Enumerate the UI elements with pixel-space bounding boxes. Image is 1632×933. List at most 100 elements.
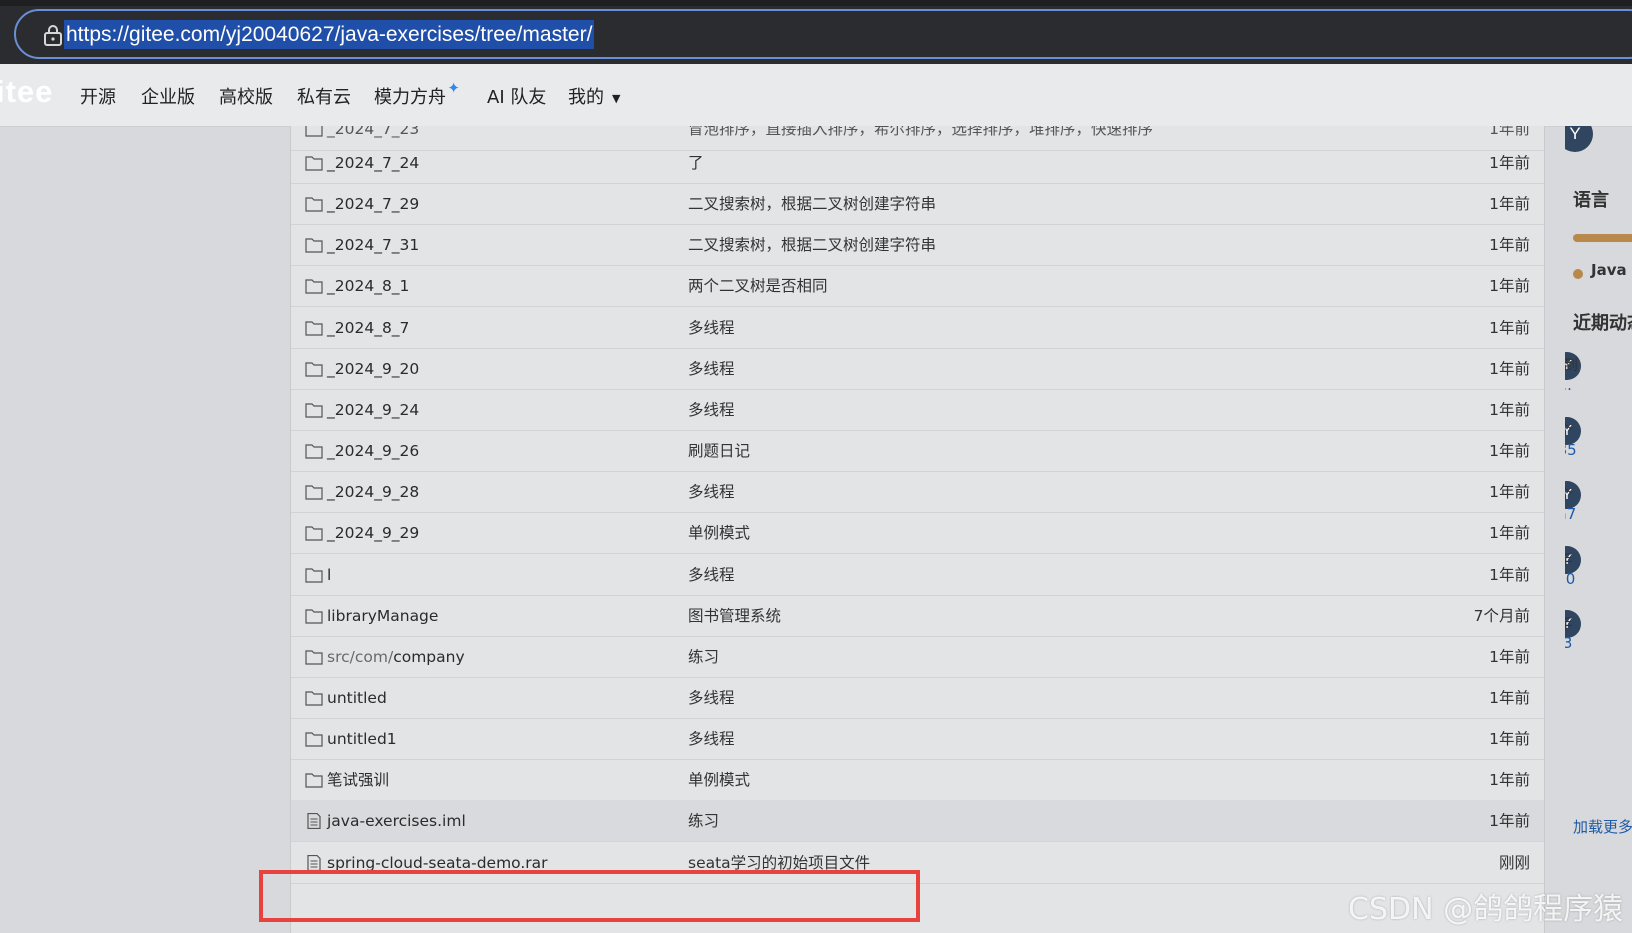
file-name[interactable]: _2024_9_28 <box>327 471 419 513</box>
file-name-text[interactable]: _2024_7_31 <box>327 236 419 254</box>
file-name-text[interactable]: _2024_9_20 <box>327 360 419 378</box>
commit-time: 1年前 <box>1489 565 1530 584</box>
table-row[interactable]: l 多线程 1年前 <box>291 554 1544 596</box>
table-row[interactable]: libraryManage 图书管理系统 7个月前 <box>291 595 1544 637</box>
activity-commit-link[interactable]: 6... <box>1565 376 1572 394</box>
file-path-prefix[interactable]: src/com/ <box>327 648 393 666</box>
commit-message[interactable]: 多线程 <box>688 348 735 390</box>
activity-commit-link[interactable]: 4a7 <box>1565 505 1576 523</box>
activity-commit-link[interactable]: c30 <box>1565 570 1575 588</box>
file-name-text[interactable]: _2024_9_28 <box>327 483 419 501</box>
commit-message[interactable]: 单例模式 <box>688 759 750 801</box>
load-more-link[interactable]: 加载更多 <box>1573 816 1632 837</box>
commit-message[interactable]: 多线程 <box>688 718 735 760</box>
table-row[interactable]: _2024_9_28 多线程 1年前 <box>291 471 1544 514</box>
lock-icon[interactable] <box>42 23 64 47</box>
table-row[interactable]: src/com/company 练习 1年前 <box>291 636 1544 678</box>
file-name[interactable]: untitled <box>327 677 387 719</box>
language-dot <box>1573 269 1583 279</box>
file-name-text[interactable]: libraryManage <box>327 607 438 625</box>
nav-item-ai-teammate[interactable]: AI 队友 <box>487 83 546 109</box>
activity-text: 1年 <box>1565 549 1573 568</box>
file-name-text[interactable]: java-exercises.iml <box>327 812 466 830</box>
nav-item-education[interactable]: 高校版 <box>219 83 273 109</box>
commit-message[interactable]: 单例模式 <box>688 512 750 554</box>
nav-item-moli[interactable]: 模力方舟 ✦ <box>374 79 460 109</box>
table-row[interactable]: _2024_8_1 两个二叉树是否相同 1年前 <box>291 265 1544 308</box>
file-name[interactable]: _2024_7_31 <box>327 224 419 266</box>
commit-message[interactable]: 两个二叉树是否相同 <box>688 265 828 307</box>
file-name[interactable]: l <box>327 554 331 596</box>
url-text[interactable]: https://gitee.com/yj20040627/java-exerci… <box>64 20 595 49</box>
commit-message[interactable]: 多线程 <box>688 471 735 513</box>
file-name[interactable]: _2024_9_26 <box>327 430 419 472</box>
commit-message[interactable]: 刷题日记 <box>688 430 750 472</box>
file-name-text[interactable]: _2024_7_29 <box>327 195 419 213</box>
commit-message[interactable]: 多线程 <box>688 389 735 431</box>
table-row[interactable]: _2024_7_29 二叉搜索树，根据二叉树创建字符串 1年前 <box>291 183 1544 226</box>
nav-item-open-source[interactable]: 开源 <box>80 83 116 109</box>
nav-item-mine[interactable]: 我的 ▼ <box>568 83 620 109</box>
file-name[interactable]: libraryManage <box>327 595 438 637</box>
file-name-text[interactable]: _2024_9_29 <box>327 524 419 542</box>
file-name[interactable]: _2024_9_29 <box>327 512 419 554</box>
avatar[interactable]: Y <box>1565 126 1593 152</box>
table-row[interactable]: untitled 多线程 1年前 <box>291 677 1544 719</box>
file-name-text[interactable]: l <box>327 566 331 584</box>
table-row[interactable]: _2024_7_31 二叉搜索树，根据二叉树创建字符串 1年前 <box>291 224 1544 267</box>
table-row[interactable]: _2024_9_24 多线程 1年前 <box>291 389 1544 431</box>
table-row[interactable]: untitled1 多线程 1年前 <box>291 718 1544 761</box>
commit-message[interactable]: 二叉搜索树，根据二叉树创建字符串 <box>688 224 936 266</box>
file-name[interactable]: _2024_8_7 <box>327 307 409 349</box>
commit-message[interactable]: 了 <box>688 142 704 184</box>
file-name[interactable]: _2024_7_29 <box>327 183 419 225</box>
file-name-text[interactable]: _2024_8_7 <box>327 319 409 337</box>
file-name-text[interactable]: untitled1 <box>327 730 397 748</box>
file-name[interactable]: untitled1 <box>327 718 397 760</box>
table-row[interactable]: _2024_9_29 单例模式 1年前 <box>291 512 1544 555</box>
commit-message[interactable]: 多线程 <box>688 554 735 596</box>
file-name[interactable]: src/com/company <box>327 636 465 678</box>
file-name[interactable]: _2024_7_24 <box>327 142 419 184</box>
file-name[interactable]: 笔试强训 <box>327 759 389 801</box>
commit-message[interactable]: 冒泡排序，直接插入排序，希尔排序，选择排序，堆排序，快速排序 <box>688 126 1153 137</box>
table-row[interactable]: java-exercises.iml 练习 1年前 <box>291 800 1544 843</box>
table-row[interactable]: 笔试强训 单例模式 1年前 <box>291 759 1544 802</box>
table-row[interactable]: _2024_9_26 刷题日记 1年前 <box>291 430 1544 473</box>
nav-item-enterprise[interactable]: 企业版 <box>141 83 195 109</box>
activity-commit-link[interactable]: 585 <box>1565 441 1577 459</box>
table-row[interactable]: _2024_9_20 多线程 1年前 <box>291 348 1544 390</box>
file-name-text[interactable]: _2024_7_24 <box>327 154 419 172</box>
activity-commit-link[interactable]: f23 <box>1565 634 1572 652</box>
file-name-text[interactable]: _2024_9_24 <box>327 401 419 419</box>
commit-message[interactable]: 图书管理系统 <box>688 595 781 637</box>
gitee-logo[interactable]: itee <box>0 74 53 110</box>
commit-message[interactable]: 二叉搜索树，根据二叉树创建字符串 <box>688 183 936 225</box>
file-icon <box>307 854 321 871</box>
activity-text: 不到 <box>1565 356 1579 374</box>
commit-message[interactable]: 多线程 <box>688 307 735 349</box>
file-name-text[interactable]: company <box>393 648 464 666</box>
folder-icon <box>305 773 323 788</box>
file-name-text[interactable]: 笔试强训 <box>327 771 389 789</box>
caret-down-icon: ▼ <box>612 91 621 105</box>
file-name[interactable]: _2024_9_24 <box>327 389 419 431</box>
table-row[interactable]: _2024_7_24 了 1年前 <box>291 142 1544 184</box>
commit-time: 1年前 <box>1489 154 1530 172</box>
commit-message[interactable]: 多线程 <box>688 677 735 719</box>
table-row[interactable]: _2024_8_7 多线程 1年前 <box>291 307 1544 349</box>
folder-icon <box>305 485 323 500</box>
file-name-text[interactable]: spring-cloud-seata-demo.rar <box>327 854 548 872</box>
file-name[interactable]: _2024_8_1 <box>327 265 409 307</box>
file-name-text[interactable]: _2024_8_1 <box>327 277 409 295</box>
file-name-text[interactable]: untitled <box>327 689 387 707</box>
file-name[interactable]: _2024_9_20 <box>327 348 419 390</box>
address-bar[interactable]: https://gitee.com/yj20040627/java-exerci… <box>14 9 1632 59</box>
file-name[interactable]: _2024_7_23 <box>327 126 419 137</box>
commit-message[interactable]: 练习 <box>688 636 719 678</box>
commit-message[interactable]: 练习 <box>688 800 719 842</box>
file-name[interactable]: java-exercises.iml <box>327 800 466 842</box>
nav-item-private-cloud[interactable]: 私有云 <box>297 83 351 109</box>
site-header: itee 开源 企业版 高校版 私有云 模力方舟 ✦ AI 队友 我的 ▼ <box>0 64 1632 127</box>
file-name-text[interactable]: _2024_9_26 <box>327 442 419 460</box>
